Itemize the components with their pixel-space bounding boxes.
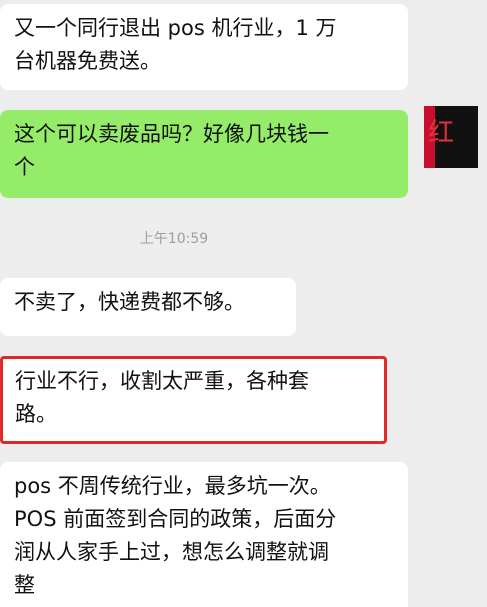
message-bubble-incoming[interactable]: 又一个同行退出 pos 机行业，1 万 台机器免费送。 bbox=[0, 4, 408, 90]
avatar-glyph: 红 bbox=[428, 118, 455, 148]
message-bubble-incoming[interactable]: pos 不周传统行业，最多坑一次。 POS 前面签到合同的政策，后面分 润从人家… bbox=[0, 462, 408, 607]
message-text-line: 个 bbox=[14, 155, 35, 179]
message-text-line: 行业不行，收割太严重，各种套 bbox=[15, 369, 309, 393]
message-bubble-incoming[interactable]: 不卖了，快递费都不够。 bbox=[0, 278, 296, 336]
message-text-line: 整 bbox=[14, 573, 35, 597]
message-text-line: 又一个同行退出 pos 机行业，1 万 bbox=[14, 16, 337, 40]
message-text-line: POS 前面签到合同的政策，后面分 bbox=[14, 507, 337, 531]
message-text-line: 台机器免费送。 bbox=[14, 49, 161, 73]
message-text-line: 不卖了，快递费都不够。 bbox=[14, 290, 245, 314]
message-text-line: pos 不周传统行业，最多坑一次。 bbox=[14, 474, 331, 498]
message-bubble-highlighted[interactable]: 行业不行，收割太严重，各种套 路。 bbox=[0, 356, 387, 444]
message-timestamp: 上午10:59 bbox=[139, 231, 209, 247]
message-text-line: 润从人家手上过，想怎么调整就调 bbox=[14, 540, 329, 564]
user-avatar[interactable]: 红 bbox=[424, 106, 478, 168]
message-text-line: 路。 bbox=[15, 402, 57, 426]
message-bubble-outgoing[interactable]: 这个可以卖废品吗？好像几块钱一 个 bbox=[0, 110, 408, 198]
message-text-line: 这个可以卖废品吗？好像几块钱一 bbox=[14, 122, 329, 146]
